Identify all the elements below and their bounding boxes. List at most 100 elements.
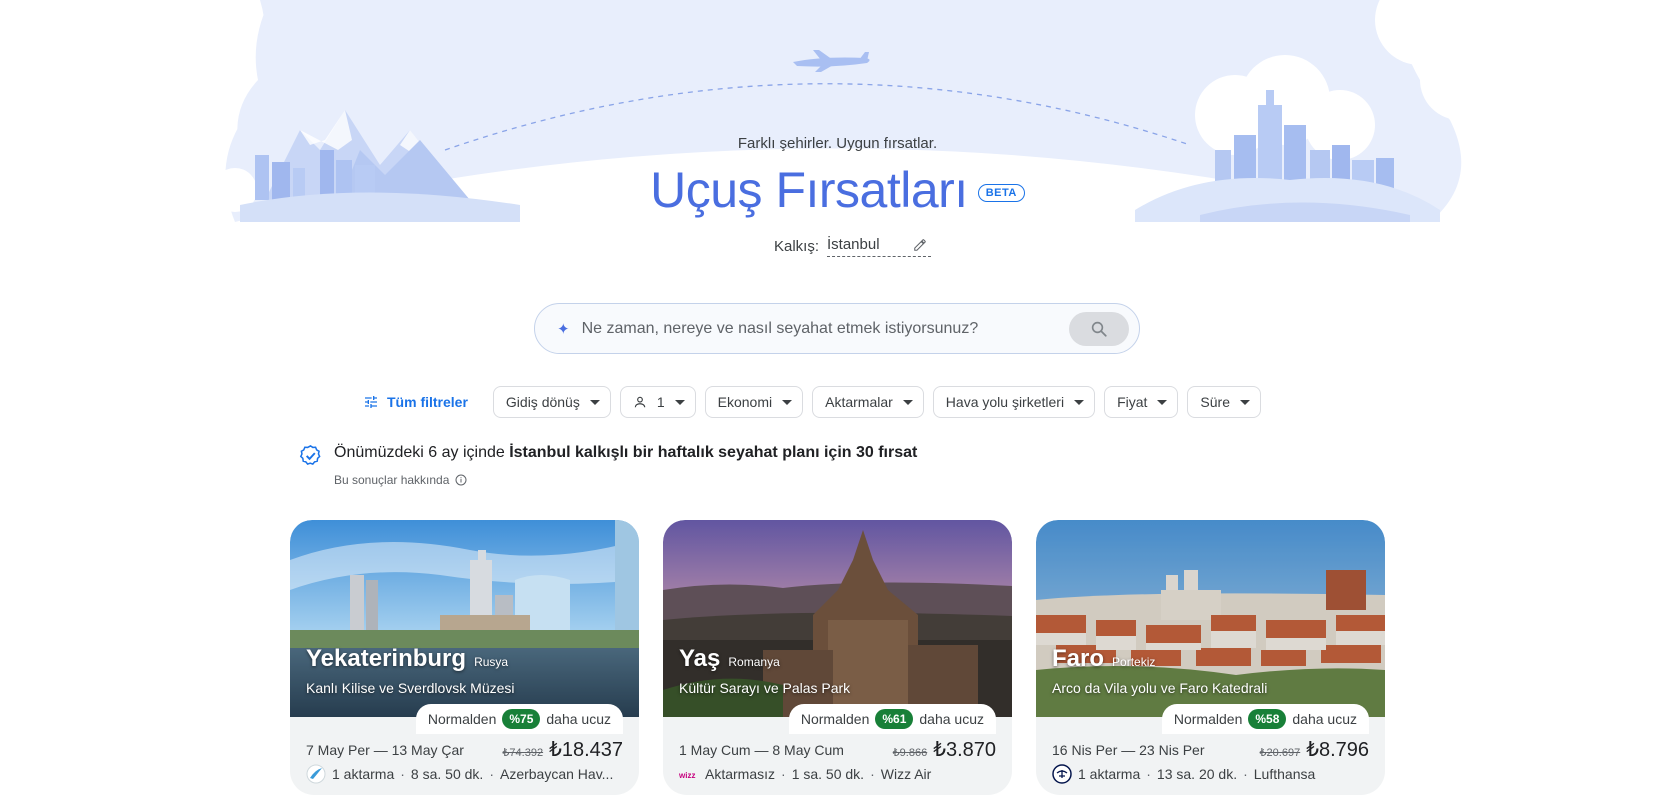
about-results-link[interactable]: Bu sonuçlar hakkında — [334, 473, 467, 487]
landmark-caption: Kanlı Kilise ve Sverdlovsk Müzesi — [306, 680, 515, 696]
chevron-down-icon — [1157, 399, 1168, 405]
trip-dates: 1 May Cum — 8 May Cum — [679, 741, 844, 758]
chevron-down-icon — [1074, 399, 1085, 405]
results-title: Önümüzdeki 6 ay içinde İstanbul kalkışlı… — [334, 444, 917, 467]
search-button[interactable] — [1069, 311, 1129, 346]
deal-price: ₺3.870 — [933, 739, 996, 761]
trip-type-chip[interactable]: Gidiş dönüş — [492, 386, 611, 418]
separator-dot: · — [1146, 766, 1151, 782]
cabin-class-chip[interactable]: Ekonomi — [704, 386, 804, 418]
chip-label: Ekonomi — [717, 394, 773, 410]
svg-text:wizz: wizz — [679, 771, 695, 780]
original-price: ₺74.392 — [502, 747, 544, 759]
person-icon — [634, 396, 646, 408]
results-heading: Önümüzdeki 6 ay içinde İstanbul kalkışlı… — [299, 444, 917, 467]
dates-price-row: 16 Nis Per — 23 Nis Per ₺20.697 ₺8.796 — [1052, 737, 1369, 762]
page-title: Uçuş Fırsatları — [650, 162, 968, 218]
dates-price-row: 7 May Per — 13 May Çar ₺74.392 ₺18.437 — [306, 737, 623, 762]
trip-dates: 7 May Per — 13 May Çar — [306, 741, 464, 758]
price-chip[interactable]: Fiyat — [1104, 386, 1179, 418]
origin-field[interactable]: İstanbul — [827, 236, 931, 257]
trip-dates: 16 Nis Per — 23 Nis Per — [1052, 741, 1205, 758]
chevron-down-icon — [902, 399, 913, 405]
stops: 1 aktarma — [1078, 766, 1141, 782]
chevron-down-icon — [674, 399, 685, 405]
airline-name: Lufthansa — [1253, 766, 1316, 782]
all-filters-button[interactable]: Tüm filtreler — [363, 394, 468, 410]
hero-title-row: Uçuş Fırsatları BETA — [0, 160, 1675, 220]
country-name: Rusya — [474, 655, 509, 669]
landmark-caption: Kültür Sarayı ve Palas Park — [679, 680, 851, 696]
chip-label: Hava yolu şirketleri — [945, 394, 1065, 410]
city-name: Yekaterinburg — [306, 645, 467, 672]
discount-badge: Normalden %58 daha ucuz — [1161, 704, 1369, 734]
info-icon — [455, 474, 467, 486]
city-name: Faro — [1052, 645, 1105, 672]
stops: 1 aktarma — [332, 766, 395, 782]
flight-duration: 1 sa. 50 dk. — [791, 766, 865, 782]
separator-dot: · — [489, 766, 494, 782]
hero-tagline: Farklı şehirler. Uygun fırsatlar. — [737, 135, 938, 152]
deal-price: ₺18.437 — [549, 739, 623, 761]
separator-dot: · — [781, 766, 786, 782]
destination-title: Faro Portekiz — [1052, 645, 1155, 673]
duration-chip[interactable]: Süre — [1187, 386, 1261, 418]
deal-prefix: Normalden — [1173, 711, 1243, 727]
chip-label: Süre — [1200, 394, 1230, 410]
price-group: ₺20.697 ₺8.796 — [1260, 737, 1369, 762]
deal-card-yas[interactable]: Yaş Romanya Kültür Sarayı ve Palas Park … — [663, 520, 1012, 795]
chip-label: Aktarmalar — [825, 394, 893, 410]
deal-prefix: Normalden — [800, 711, 870, 727]
deal-card-faro[interactable]: Faro Portekiz Arco da Vila yolu ve Faro … — [1036, 520, 1385, 795]
chevron-down-icon — [782, 399, 793, 405]
lufthansa-logo-icon — [1052, 764, 1072, 784]
discount-badge: Normalden %75 daha ucuz — [415, 704, 623, 734]
airlines-chip[interactable]: Hava yolu şirketleri — [932, 386, 1096, 418]
filter-bar: Tüm filtreler Gidiş dönüş 1 Ekonomi Akta… — [363, 386, 1261, 418]
chip-label: 1 — [656, 394, 665, 410]
city-name: Yaş — [679, 645, 721, 672]
deal-prefix: Normalden — [427, 711, 497, 727]
ai-sparkle-icon: ✦ — [557, 320, 570, 338]
passengers-chip[interactable]: 1 — [619, 386, 696, 418]
azal-logo-icon — [306, 764, 326, 784]
dates-price-row: 1 May Cum — 8 May Cum ₺9.866 ₺3.870 — [679, 737, 996, 762]
all-filters-label: Tüm filtreler — [387, 394, 468, 410]
wizz-logo-icon: wizz — [679, 764, 699, 784]
destination-title: Yaş Romanya — [679, 645, 780, 673]
about-results-label: Bu sonuçlar hakkında — [334, 473, 450, 487]
discount-percent: %75 — [502, 709, 541, 729]
separator-dot: · — [1243, 766, 1248, 782]
origin-label: Kalkış: — [773, 238, 819, 255]
discount-percent: %61 — [875, 709, 914, 729]
discount-percent: %58 — [1248, 709, 1287, 729]
flight-info-row: 1 aktarma · 13 sa. 20 dk. · Lufthansa — [1052, 764, 1369, 784]
separator-dot: · — [870, 766, 875, 782]
chevron-down-icon — [589, 399, 600, 405]
stops-chip[interactable]: Aktarmalar — [812, 386, 924, 418]
discount-badge: Normalden %61 daha ucuz — [788, 704, 996, 734]
airline-name: Wizz Air — [880, 766, 932, 782]
edit-pencil-icon[interactable] — [913, 238, 927, 252]
verified-deals-icon — [299, 445, 321, 466]
deal-card-yekaterinburg[interactable]: Yekaterinburg Rusya Kanlı Kilise ve Sver… — [290, 520, 639, 795]
search-icon — [1091, 321, 1107, 337]
beta-badge: BETA — [977, 184, 1025, 202]
results-prefix: Önümüzdeki 6 ay içinde — [334, 444, 510, 461]
search-input[interactable] — [581, 319, 1069, 338]
chip-label: Fiyat — [1117, 394, 1148, 410]
deal-suffix: daha ucuz — [546, 711, 611, 727]
separator-dot: · — [400, 766, 405, 782]
flight-duration: 13 sa. 20 dk. — [1156, 766, 1238, 782]
search-bar[interactable]: ✦ — [534, 303, 1140, 354]
flight-info-row: wizz Aktarmasız · 1 sa. 50 dk. · Wizz Ai… — [679, 764, 996, 784]
price-group: ₺74.392 ₺18.437 — [502, 737, 623, 762]
price-group: ₺9.866 ₺3.870 — [893, 737, 996, 762]
flight-info-row: 1 aktarma · 8 sa. 50 dk. · Azerbaycan Ha… — [306, 764, 623, 784]
country-name: Romanya — [728, 655, 780, 669]
deal-suffix: daha ucuz — [919, 711, 984, 727]
chevron-down-icon — [1239, 399, 1250, 405]
results-bold: İstanbul kalkışlı bir haftalık seyahat p… — [509, 444, 918, 461]
origin-value: İstanbul — [827, 236, 880, 253]
country-name: Portekiz — [1112, 655, 1156, 669]
